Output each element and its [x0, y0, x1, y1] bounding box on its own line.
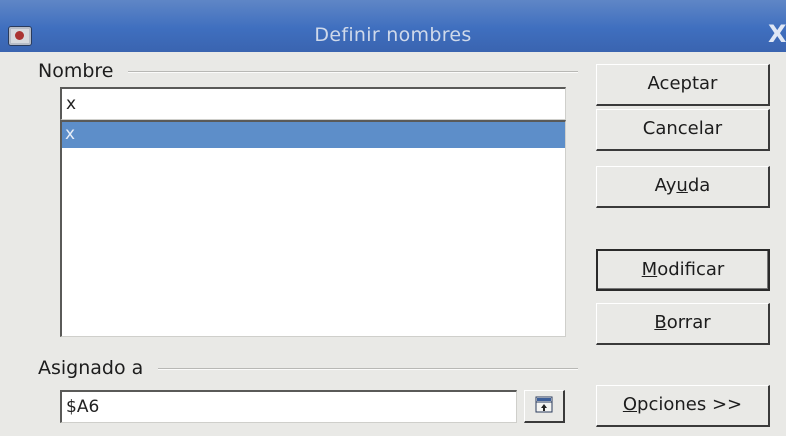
- nombre-label: Nombre: [38, 60, 114, 82]
- list-item[interactable]: x: [62, 122, 565, 148]
- cancelar-button[interactable]: Cancelar: [596, 109, 770, 151]
- asignado-label: Asignado a: [38, 357, 144, 379]
- shrink-icon: [535, 396, 553, 413]
- asignado-separator: [158, 368, 578, 370]
- shrink-button[interactable]: [524, 390, 565, 423]
- names-list[interactable]: x: [60, 120, 566, 337]
- dialog-title: Definir nombres: [314, 24, 472, 46]
- borrar-label-post: orrar: [666, 312, 711, 333]
- opciones-mnemonic: O: [622, 394, 638, 415]
- title-bar[interactable]: Definir nombres X: [0, 0, 786, 52]
- name-input[interactable]: x: [60, 87, 566, 120]
- aceptar-button[interactable]: Aceptar: [596, 64, 770, 106]
- ayuda-button[interactable]: Ayuda: [596, 166, 770, 208]
- modificar-button[interactable]: Modificar: [596, 249, 770, 291]
- borrar-button[interactable]: Borrar: [596, 303, 770, 345]
- opciones-button[interactable]: Opciones >>: [596, 385, 770, 427]
- ayuda-label-post: da: [687, 175, 711, 196]
- define-names-dialog: Definir nombres X Nombre x x Asignado a …: [0, 0, 786, 436]
- opciones-label-post: pciones >>: [637, 394, 743, 415]
- ayuda-label-pre: Ay: [654, 175, 677, 196]
- borrar-mnemonic: B: [654, 312, 667, 333]
- modificar-label-post: odificar: [657, 259, 725, 280]
- ayuda-mnemonic: u: [676, 175, 688, 196]
- assigned-range-input[interactable]: $A6: [60, 390, 517, 423]
- close-icon[interactable]: X: [768, 20, 786, 48]
- nombre-separator: [128, 71, 578, 73]
- modificar-mnemonic: M: [641, 259, 658, 280]
